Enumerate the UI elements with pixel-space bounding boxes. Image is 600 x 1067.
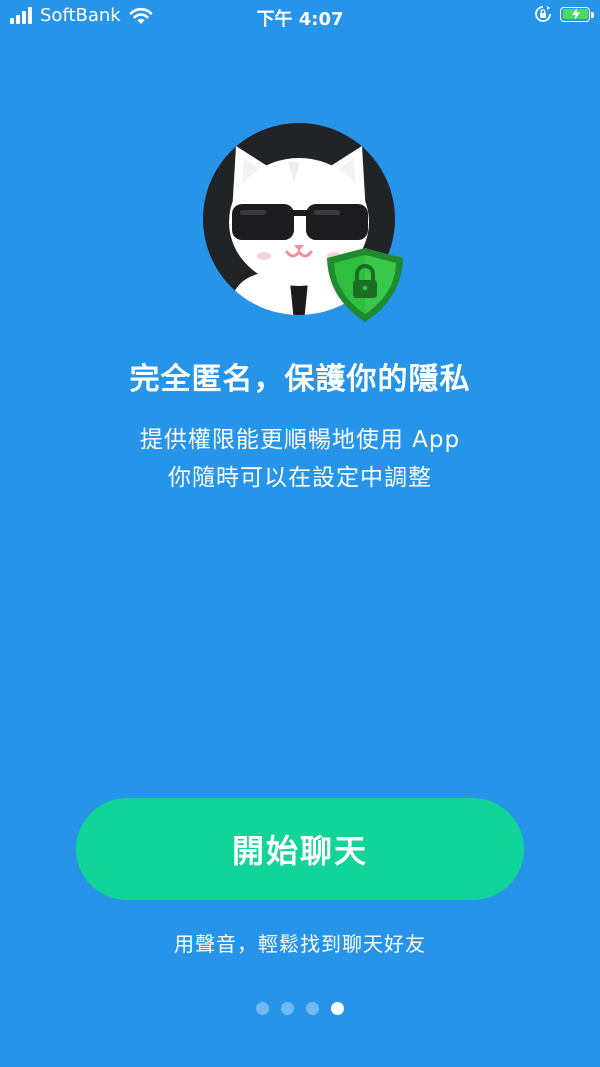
subtitle-line-2: 你隨時可以在設定中調整 — [168, 465, 432, 491]
status-right — [534, 5, 594, 23]
page-dot-2[interactable] — [281, 1002, 294, 1015]
page-title: 完全匿名，保護你的隱私 — [129, 362, 471, 397]
subtitle-line-1: 提供權限能更順暢地使用 App — [139, 427, 461, 453]
status-bar: SoftBank 下午 4:07 — [0, 0, 600, 34]
page-dot-3[interactable] — [306, 1002, 319, 1015]
battery-charging-icon — [560, 6, 594, 22]
rotation-lock-icon — [535, 6, 551, 22]
shield-lock-icon — [327, 248, 403, 322]
page-dot-4-active[interactable] — [331, 1002, 344, 1015]
anonymous-cat-avatar — [202, 122, 407, 327]
page-dot-1[interactable] — [256, 1002, 269, 1015]
tagline: 用聲音，輕鬆找到聊天好友 — [174, 932, 426, 956]
start-chat-button[interactable]: 開始聊天 — [76, 798, 524, 900]
status-time: 下午 4:07 — [256, 9, 344, 30]
page-indicator — [0, 1002, 600, 1015]
